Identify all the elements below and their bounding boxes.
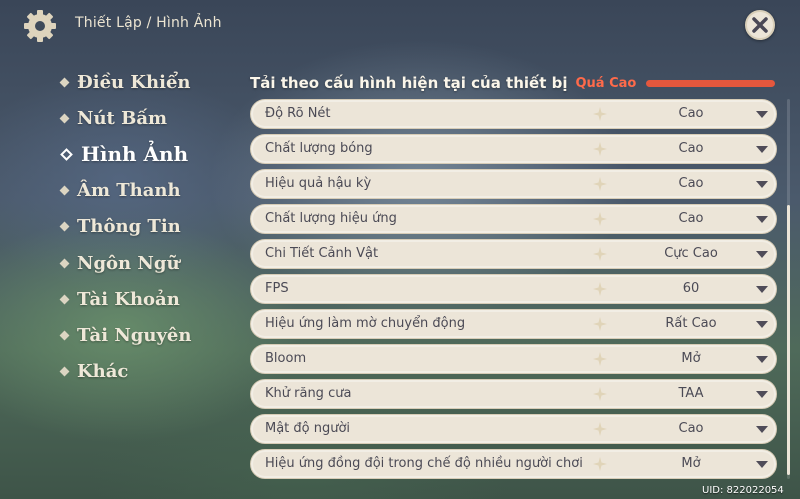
setting-row: Chi Tiết Cảnh Vật Cực Cao [250,239,777,269]
setting-label: Mật độ người [265,421,351,436]
sidebar-item-tai-nguyen[interactable]: Tài Nguyên [58,317,191,353]
setting-row: Chất lượng bóng Cao [250,134,777,164]
sidebar-item-label: Thông Tin [77,216,181,238]
settings-sidebar: Điều Khiển Nút Bấm Hình Ảnh Âm Thanh Thô… [58,64,191,390]
chevron-down-icon[interactable] [756,321,768,328]
setting-label: Chất lượng bóng [265,141,373,156]
uid-label: UID: 822022054 [702,485,784,496]
setting-row: Hiệu ứng đồng đội trong chế độ nhiều ngư… [250,449,777,479]
setting-value: Cao [678,211,704,226]
setting-row: Bloom Mở [250,344,777,374]
setting-label: FPS [265,281,289,296]
chevron-down-icon[interactable] [756,461,768,468]
sparkle-icon [593,282,607,296]
top-bar: Thiết Lập / Hình Ảnh [0,0,800,50]
sidebar-item-label: Hình Ảnh [81,142,189,167]
sidebar-item-label: Điều Khiển [77,71,191,93]
diamond-bullet-icon [60,148,73,161]
sparkle-icon [593,107,607,121]
diamond-bullet-icon [59,366,70,377]
chevron-down-icon[interactable] [756,251,768,258]
sparkle-icon [593,177,607,191]
diamond-bullet-icon [59,221,70,232]
setting-label: Hiệu ứng đồng đội trong chế độ nhiều ngư… [265,456,583,471]
setting-label: Khử răng cưa [265,386,352,401]
setting-value: 60 [682,281,700,296]
setting-label: Hiệu ứng làm mờ chuyển động [265,316,466,331]
setting-value: Cao [678,141,704,156]
setting-value: Cao [678,421,704,436]
setting-value: Cực Cao [664,246,718,261]
device-load-value: Quá Cao [575,75,637,91]
diamond-bullet-icon [59,294,70,305]
setting-row: FPS 60 [250,274,777,304]
sidebar-item-hinh-anh[interactable]: Hình Ảnh [58,136,191,172]
breadcrumb: Thiết Lập / Hình Ảnh [75,15,222,31]
sidebar-item-khac[interactable]: Khác [58,354,191,390]
device-load-bar [646,79,775,87]
setting-label: Độ Rõ Nét [265,106,331,121]
sidebar-item-label: Tài Nguyên [77,324,192,346]
chevron-down-icon[interactable] [756,356,768,363]
scrollbar-thumb[interactable] [787,205,790,475]
sparkle-icon [593,142,607,156]
diamond-bullet-icon [59,113,70,124]
chevron-down-icon[interactable] [756,426,768,433]
setting-row: Mật độ người Cao [250,414,777,444]
setting-label: Hiệu quả hậu kỳ [265,176,372,191]
sidebar-item-label: Ngôn Ngữ [77,252,180,274]
sidebar-item-label: Khác [77,361,129,383]
sidebar-item-label: Âm Thanh [77,180,181,202]
setting-label: Chi Tiết Cảnh Vật [265,246,379,261]
device-load-indicator: Tải theo cấu hình hiện tại của thiết bị … [250,72,775,94]
setting-row: Khử răng cưa TAA [250,379,777,409]
setting-label: Bloom [265,351,307,366]
chevron-down-icon[interactable] [756,146,768,153]
diamond-bullet-icon [59,330,70,341]
sidebar-item-thong-tin[interactable]: Thông Tin [58,209,191,245]
sparkle-icon [593,212,607,226]
setting-value: TAA [678,386,704,401]
sparkle-icon [593,457,607,471]
setting-row: Hiệu quả hậu kỳ Cao [250,169,777,199]
chevron-down-icon[interactable] [756,286,768,293]
sparkle-icon [593,422,607,436]
setting-row: Độ Rõ Nét Cao [250,99,777,129]
sparkle-icon [593,387,607,401]
sidebar-item-nut-bam[interactable]: Nút Bấm [58,100,191,136]
sidebar-item-label: Nút Bấm [77,107,168,129]
setting-row: Chất lượng hiệu ứng Cao [250,204,777,234]
device-load-label: Tải theo cấu hình hiện tại của thiết bị [250,74,568,92]
setting-value: Mở [681,351,701,366]
setting-label: Chất lượng hiệu ứng [265,211,397,226]
setting-value: Cao [678,106,704,121]
sparkle-icon [593,352,607,366]
sparkle-icon [593,317,607,331]
sidebar-item-label: Tài Khoản [77,288,180,310]
setting-value: Cao [678,176,704,191]
sidebar-item-ngon-ngu[interactable]: Ngôn Ngữ [58,245,191,281]
diamond-bullet-icon [59,77,70,88]
chevron-down-icon[interactable] [756,111,768,118]
sidebar-item-dieu-khien[interactable]: Điều Khiển [58,64,191,100]
sidebar-item-am-thanh[interactable]: Âm Thanh [58,173,191,209]
diamond-bullet-icon [59,258,70,268]
close-button[interactable] [745,10,775,40]
diamond-bullet-icon [59,185,70,196]
close-icon [752,17,768,33]
gear-icon [24,10,56,42]
setting-value: Rất Cao [665,316,717,331]
setting-row: Hiệu ứng làm mờ chuyển động Rất Cao [250,309,777,339]
setting-value: Mở [681,456,701,471]
chevron-down-icon[interactable] [756,181,768,188]
sparkle-icon [593,247,607,261]
chevron-down-icon[interactable] [756,391,768,398]
sidebar-item-tai-khoan[interactable]: Tài Khoản [58,281,191,317]
chevron-down-icon[interactable] [756,216,768,223]
graphics-settings-list: Độ Rõ Nét Cao Chất lượng bóng Cao Hiệu q… [250,99,777,484]
